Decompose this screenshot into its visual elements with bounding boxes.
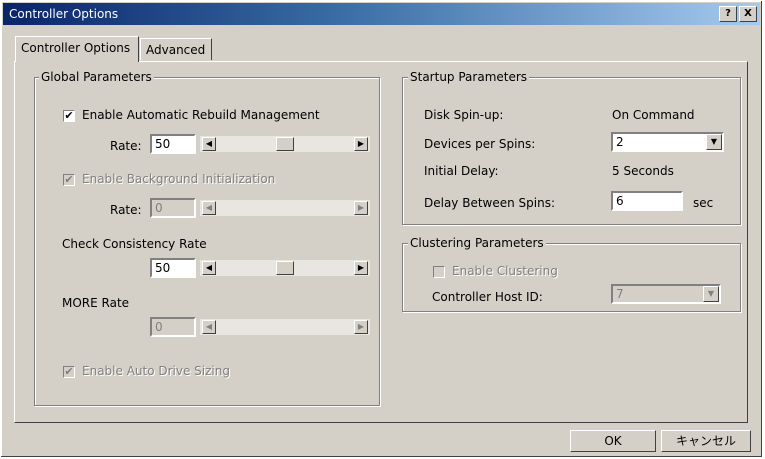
checkmark-icon: ✔ [64, 365, 74, 378]
chevron-down-icon[interactable]: ▼ [703, 286, 719, 302]
close-button[interactable]: X [739, 6, 757, 22]
check-consistency-input[interactable]: 50 [150, 258, 196, 278]
controller-host-id-value: 7 [616, 287, 624, 301]
clustering-parameters-legend: Clustering Parameters [408, 236, 546, 250]
arrow-right-icon[interactable]: ▶ [354, 201, 368, 215]
rebuild-rate-slider[interactable]: ◀ ▶ [200, 136, 370, 152]
rebuild-rate-input[interactable]: 50 [150, 134, 196, 154]
spin-up-label: Disk Spin-up: [424, 108, 504, 122]
ok-button[interactable]: OK [570, 430, 656, 452]
arrow-left-icon[interactable]: ◀ [202, 261, 216, 275]
chevron-down-icon[interactable]: ▼ [706, 134, 722, 150]
rebuild-label: Enable Automatic Rebuild Management [82, 108, 320, 122]
tab-controller-options[interactable]: Controller Options [15, 36, 139, 62]
enable-clustering-label: Enable Clustering [452, 264, 558, 278]
cancel-button[interactable]: キャンセル [661, 430, 751, 452]
auto-drive-sizing-label: Enable Auto Drive Sizing [82, 364, 230, 378]
arrow-left-icon[interactable]: ◀ [202, 137, 216, 151]
title-bar: Controller Options ? X [3, 3, 760, 25]
more-rate-input[interactable]: 0 [150, 317, 196, 337]
slider-thumb[interactable] [276, 137, 294, 151]
background-init-checkbox[interactable]: ✔ [63, 174, 75, 186]
rebuild-rate-label: Rate: [110, 139, 142, 153]
more-rate-label: MORE Rate [62, 296, 130, 310]
initial-delay-label: Initial Delay: [424, 164, 499, 178]
delay-between-spins-input[interactable]: 6 [611, 191, 683, 211]
background-init-rate-label: Rate: [110, 203, 142, 217]
window-title: Controller Options [9, 7, 119, 21]
rebuild-checkbox[interactable]: ✔ [63, 110, 75, 122]
auto-drive-sizing-checkbox[interactable]: ✔ [63, 366, 75, 378]
enable-clustering-checkbox[interactable] [433, 266, 445, 278]
startup-parameters-legend: Startup Parameters [408, 70, 530, 84]
slider-thumb[interactable] [276, 261, 294, 275]
global-parameters-legend: Global Parameters [39, 70, 154, 84]
background-init-rate-input[interactable]: 0 [150, 198, 196, 218]
initial-delay-value: 5 Seconds [612, 164, 674, 178]
devices-per-spins-label: Devices per Spins: [424, 137, 536, 151]
controller-host-id-select[interactable]: 7 ▼ [611, 284, 721, 304]
tab-advanced[interactable]: Advanced [140, 38, 212, 60]
checkmark-icon: ✔ [64, 173, 74, 186]
check-consistency-slider[interactable]: ◀ ▶ [200, 260, 370, 276]
arrow-left-icon[interactable]: ◀ [202, 320, 216, 334]
delay-unit-label: sec [693, 196, 714, 210]
help-button[interactable]: ? [719, 6, 737, 22]
controller-host-id-label: Controller Host ID: [432, 290, 543, 304]
background-init-label: Enable Background Initialization [82, 172, 276, 186]
background-init-rate-slider[interactable]: ◀ ▶ [200, 200, 370, 216]
checkmark-icon: ✔ [64, 109, 74, 122]
arrow-right-icon[interactable]: ▶ [354, 137, 368, 151]
arrow-right-icon[interactable]: ▶ [354, 261, 368, 275]
devices-per-spins-select[interactable]: 2 ▼ [611, 132, 724, 152]
devices-per-spins-value: 2 [616, 135, 624, 149]
arrow-right-icon[interactable]: ▶ [354, 320, 368, 334]
check-consistency-label: Check Consistency Rate [62, 237, 207, 251]
more-rate-slider[interactable]: ◀ ▶ [200, 319, 370, 335]
spin-up-value: On Command [612, 108, 695, 122]
arrow-left-icon[interactable]: ◀ [202, 201, 216, 215]
delay-between-spins-label: Delay Between Spins: [424, 196, 556, 210]
